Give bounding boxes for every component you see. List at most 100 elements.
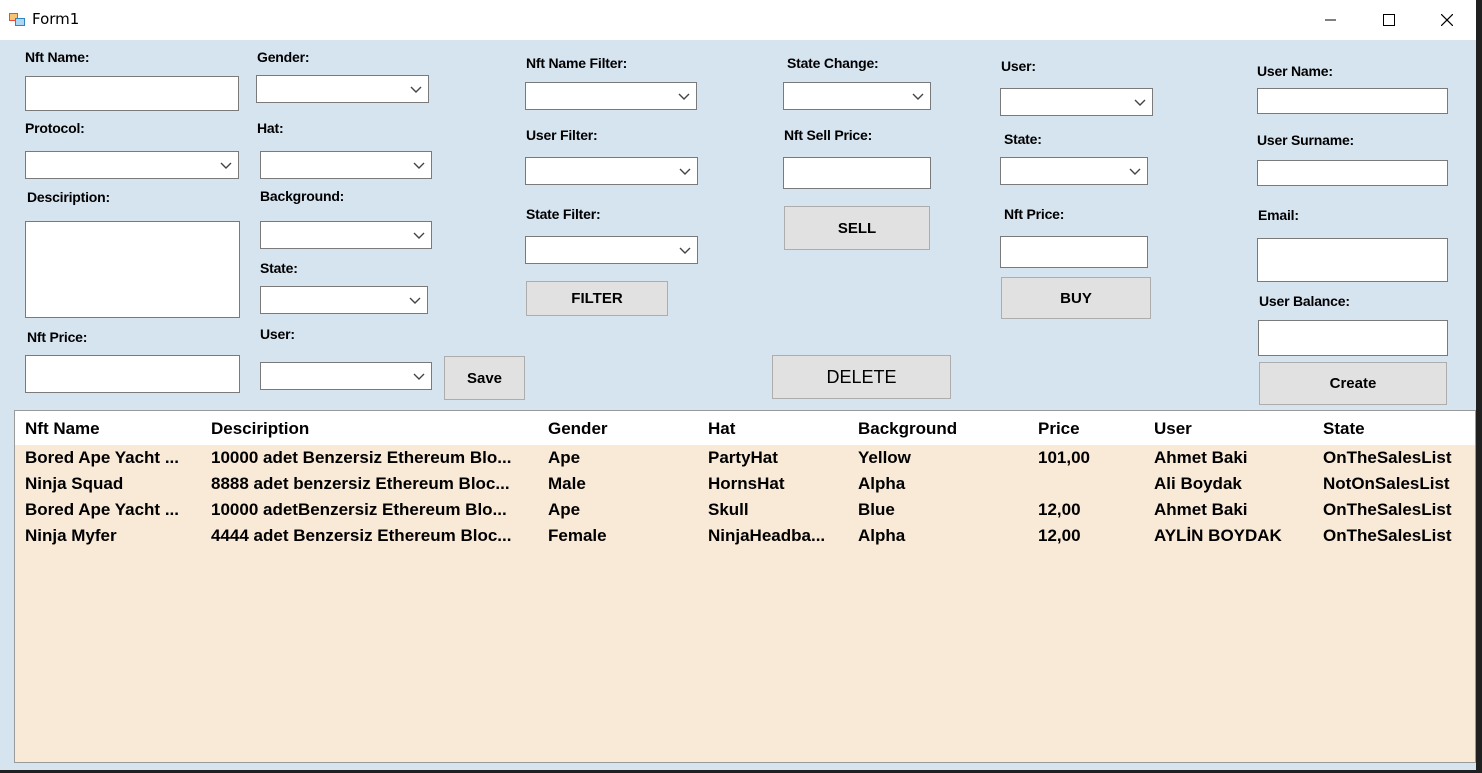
cell-background: Alpha [858,474,906,493]
create-button[interactable]: Create [1259,362,1447,405]
close-button[interactable] [1418,0,1476,40]
cell-nft-name: Bored Ape Yacht ... [25,448,179,467]
chevron-down-icon [678,93,690,100]
cell-user: AYLİN BOYDAK [1154,526,1282,545]
buy-nft-price-input[interactable] [1000,236,1148,268]
protocol-select[interactable] [25,151,239,179]
column-header-price[interactable]: Price [1038,419,1080,439]
chevron-down-icon [1129,168,1141,175]
buy-nft-price-label: Nft Price: [1004,206,1065,222]
user-label: User: [260,326,295,342]
cell-background: Yellow [858,448,911,467]
column-header-background[interactable]: Background [858,419,957,439]
chevron-down-icon [912,93,924,100]
table-row[interactable]: Bored Ape Yacht ... 10000 adet Benzersiz… [15,448,1475,474]
minimize-button[interactable] [1302,0,1360,40]
cell-user: Ahmet Baki [1154,500,1248,519]
cell-price: 12,00 [1038,526,1081,545]
user-balance-label: User Balance: [1259,293,1350,309]
buy-state-select[interactable] [1000,157,1148,185]
column-header-state[interactable]: State [1323,419,1365,439]
cell-state: OnTheSalesList [1323,500,1452,519]
description-textarea[interactable] [25,221,240,318]
cell-hat: HornsHat [708,474,785,493]
nft-data-grid[interactable]: Nft Name Desciription Gender Hat Backgro… [14,410,1476,763]
description-label: Desciription: [27,189,110,205]
column-header-user[interactable]: User [1154,419,1192,439]
chevron-down-icon [413,162,425,169]
nft-name-input[interactable] [25,76,239,111]
buy-user-label: User: [1001,58,1036,74]
chevron-down-icon [220,162,232,169]
user-select[interactable] [260,362,432,390]
chevron-down-icon [409,297,421,304]
state-label: State: [260,260,298,276]
minimize-icon [1325,19,1336,21]
cell-gender: Female [548,526,607,545]
nft-price-input[interactable] [25,355,240,393]
cell-hat: Skull [708,500,749,519]
table-row[interactable]: Ninja Myfer 4444 adet Benzersiz Ethereum… [15,526,1475,552]
maximize-button[interactable] [1360,0,1418,40]
cell-description: 10000 adetBenzersiz Ethereum Blo... [211,500,507,519]
delete-button[interactable]: DELETE [772,355,951,399]
column-header-hat[interactable]: Hat [708,419,735,439]
buy-button[interactable]: BUY [1001,277,1151,319]
save-button[interactable]: Save [444,356,525,400]
state-change-label: State Change: [787,55,879,71]
title-bar: Form1 [0,0,1476,40]
state-filter-select[interactable] [525,236,698,264]
chevron-down-icon [410,86,422,93]
gender-select[interactable] [256,75,429,103]
window-edge [1476,0,1482,773]
table-row[interactable]: Ninja Squad 8888 adet benzersiz Ethereum… [15,474,1475,500]
column-header-nft-name[interactable]: Nft Name [25,419,100,439]
state-change-select[interactable] [783,82,931,110]
buy-state-label: State: [1004,131,1042,147]
cell-user: Ahmet Baki [1154,448,1248,467]
hat-label: Hat: [257,120,284,136]
close-icon [1441,14,1453,26]
cell-price: 12,00 [1038,500,1081,519]
gender-label: Gender: [257,49,310,65]
user-name-input[interactable] [1257,88,1448,114]
nft-sell-price-input[interactable] [783,157,931,189]
user-surname-input[interactable] [1257,160,1448,186]
cell-description: 8888 adet benzersiz Ethereum Bloc... [211,474,510,493]
state-select[interactable] [260,286,428,314]
table-row[interactable]: Bored Ape Yacht ... 10000 adetBenzersiz … [15,500,1475,526]
cell-gender: Ape [548,448,581,467]
user-filter-select[interactable] [525,157,698,185]
cell-hat: PartyHat [708,448,778,467]
cell-state: OnTheSalesList [1323,448,1452,467]
nft-name-filter-select[interactable] [525,82,697,110]
maximize-icon [1383,14,1395,26]
cell-background: Blue [858,500,895,519]
cell-state: OnTheSalesList [1323,526,1452,545]
hat-select[interactable] [260,151,432,179]
user-balance-input[interactable] [1258,320,1448,356]
cell-user: Ali Boydak [1154,474,1242,493]
filter-button[interactable]: FILTER [526,281,668,316]
user-name-label: User Name: [1257,63,1333,79]
nft-sell-price-label: Nft Sell Price: [784,127,873,143]
cell-description: 4444 adet Benzersiz Ethereum Bloc... [211,526,512,545]
background-label: Background: [260,188,345,204]
column-header-description[interactable]: Desciription [211,419,309,439]
background-select[interactable] [260,221,432,249]
cell-nft-name: Ninja Squad [25,474,124,493]
buy-user-select[interactable] [1000,88,1153,116]
cell-hat: NinjaHeadba... [708,526,826,545]
sell-button[interactable]: SELL [784,206,930,250]
chevron-down-icon [679,168,691,175]
nft-price-label: Nft Price: [27,329,88,345]
chevron-down-icon [1134,99,1146,106]
cell-background: Alpha [858,526,906,545]
column-header-gender[interactable]: Gender [548,419,608,439]
protocol-label: Protocol: [25,120,85,136]
app-icon [9,13,25,26]
grid-header: Nft Name Desciription Gender Hat Backgro… [15,411,1475,445]
cell-gender: Male [548,474,586,493]
email-input[interactable] [1257,238,1448,282]
nft-name-filter-label: Nft Name Filter: [526,55,628,71]
